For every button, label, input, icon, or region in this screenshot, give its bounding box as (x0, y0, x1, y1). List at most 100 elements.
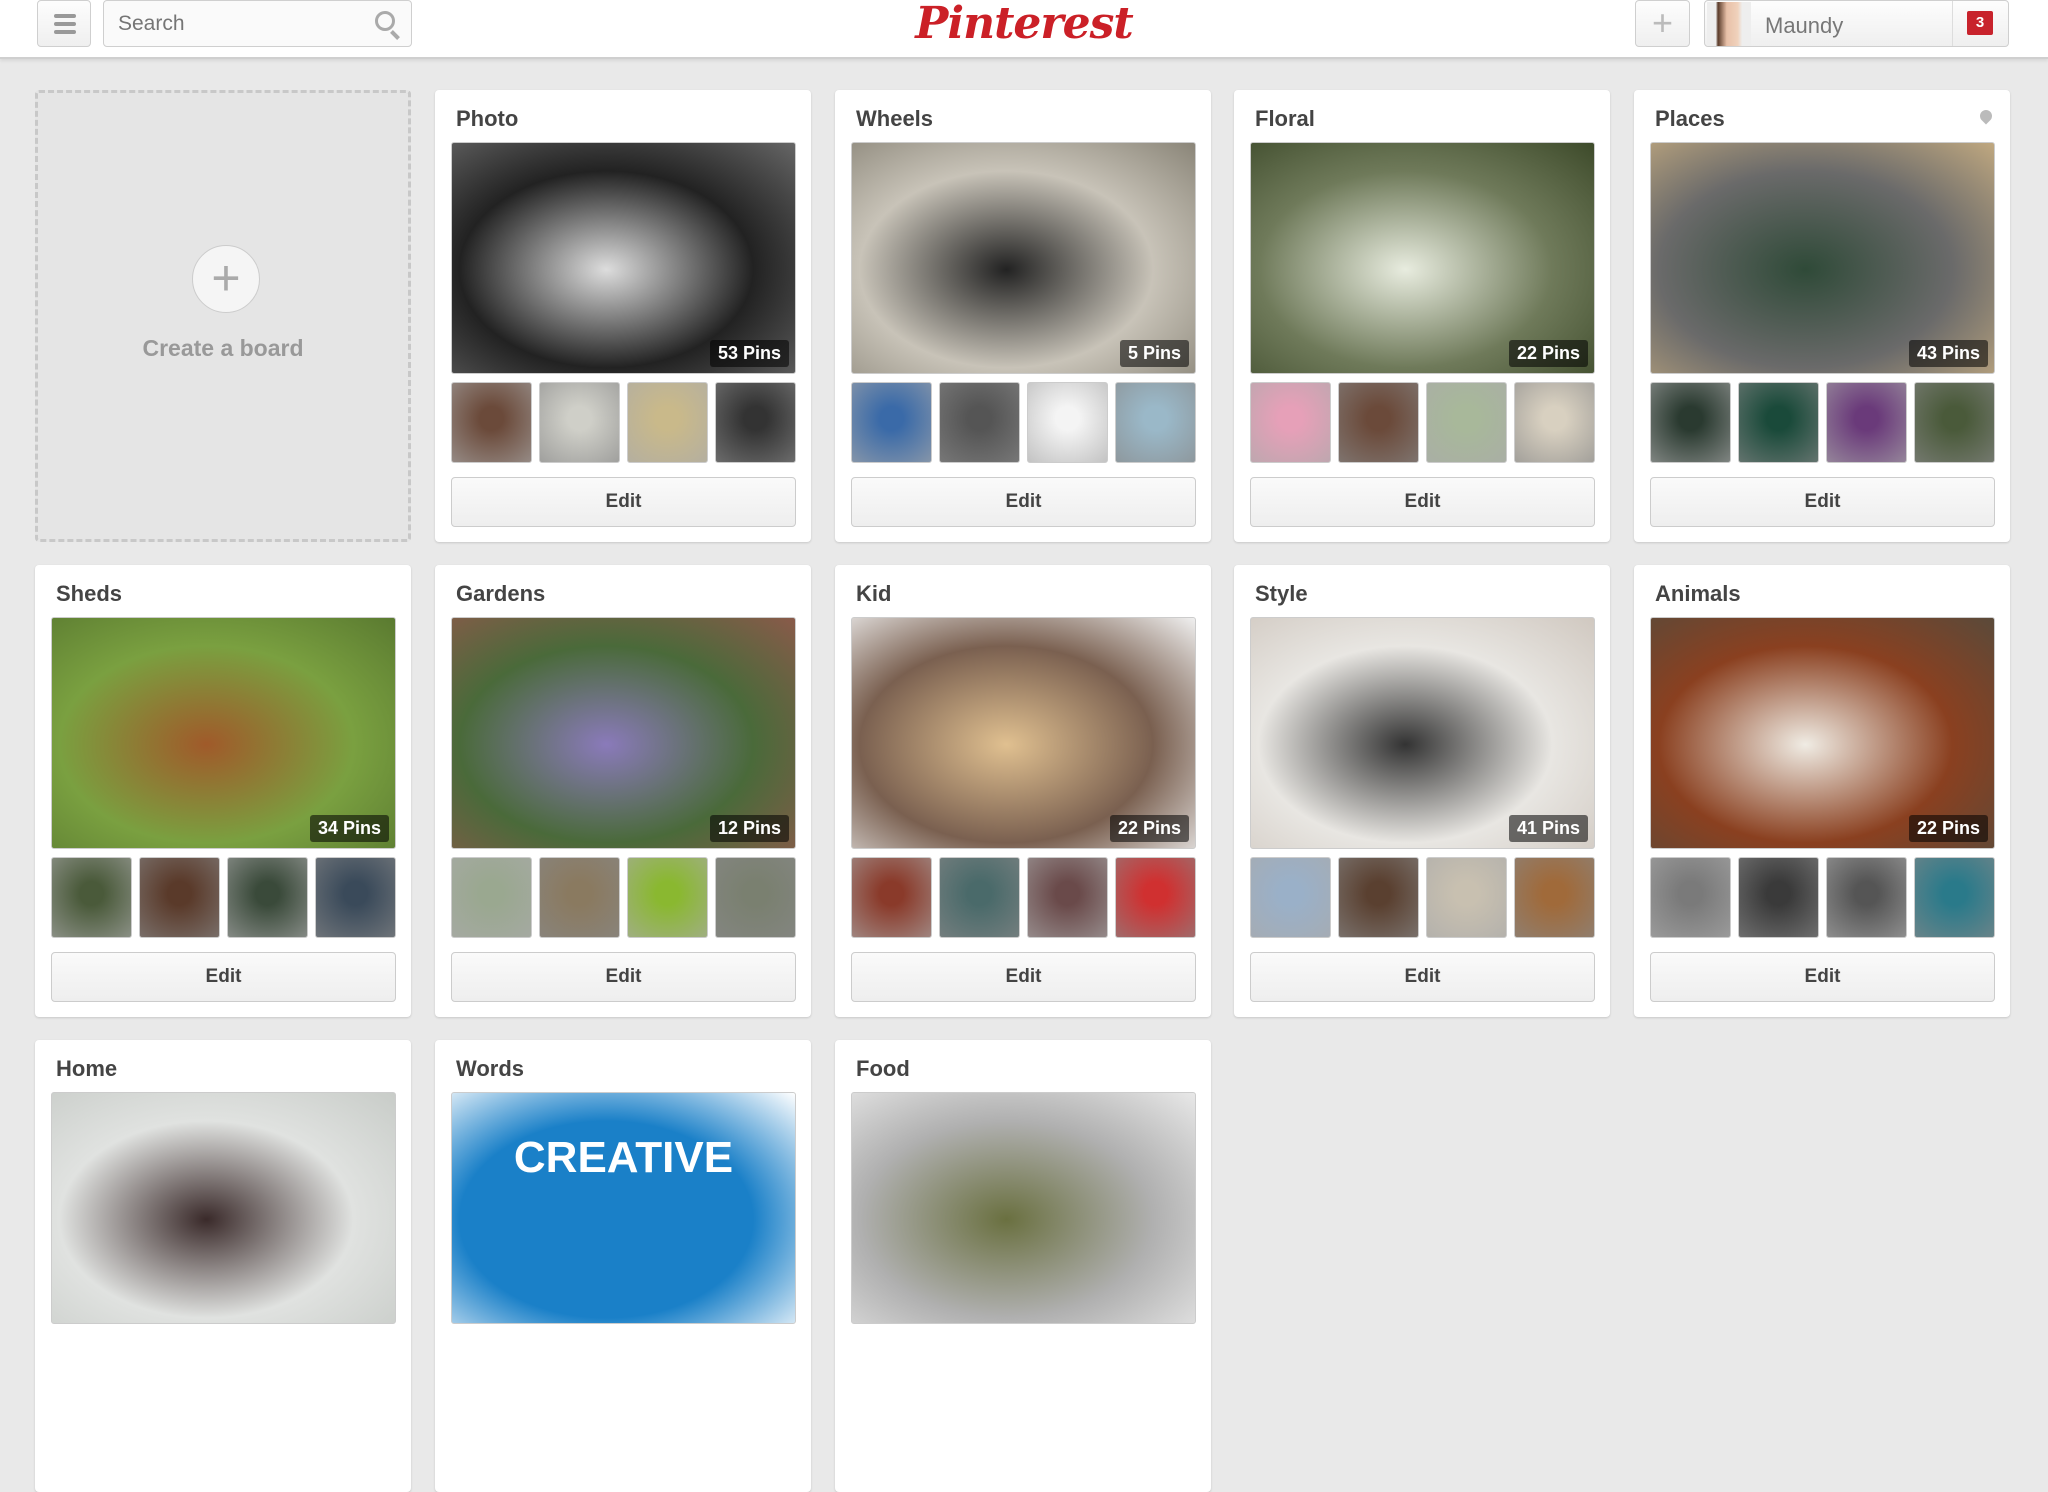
pin-thumbnail[interactable] (1250, 382, 1331, 463)
edit-board-button[interactable]: Edit (51, 952, 396, 1002)
board-cover-image[interactable]: 22 Pins (851, 617, 1196, 849)
pin-thumbnail[interactable] (227, 857, 308, 938)
board-cover-image[interactable]: 34 Pins (51, 617, 396, 849)
pin-thumbnail[interactable] (1027, 857, 1108, 938)
pin-thumbnail[interactable] (1338, 857, 1419, 938)
board-title[interactable]: Kid (856, 581, 891, 607)
pin-thumbnail[interactable] (1115, 382, 1196, 463)
board-card[interactable]: Gardens 12 Pins Edit (435, 565, 811, 1017)
pin-thumbnail[interactable] (939, 857, 1020, 938)
pin-thumbnail[interactable] (939, 382, 1020, 463)
board-card[interactable]: Floral 22 Pins Edit (1234, 90, 1610, 542)
pin-thumbnail[interactable] (1650, 857, 1731, 938)
pin-thumbnail[interactable] (1426, 382, 1507, 463)
board-cover-image[interactable] (51, 1092, 396, 1324)
board-title[interactable]: Places (1655, 106, 1725, 132)
pin-thumbnail[interactable] (539, 857, 620, 938)
board-title[interactable]: Floral (1255, 106, 1315, 132)
pin-thumbnail[interactable] (627, 382, 708, 463)
board-cover-image[interactable] (851, 1092, 1196, 1324)
create-board-button[interactable]: + Create a board (35, 90, 411, 542)
pin-thumbnail[interactable] (1914, 382, 1995, 463)
board-card[interactable]: Places 43 Pins Edit (1634, 90, 2010, 542)
pin-thumbnail[interactable] (1115, 857, 1196, 938)
pin-thumbnail[interactable] (1514, 382, 1595, 463)
board-cover-image[interactable]: 53 Pins (451, 142, 796, 374)
edit-board-button[interactable]: Edit (1650, 477, 1995, 527)
board-cover-image[interactable]: CREATIVE (451, 1092, 796, 1324)
pin-count-badge: 22 Pins (1109, 815, 1189, 842)
thumbnail-row (451, 382, 796, 463)
board-card[interactable]: Kid 22 Pins Edit (835, 565, 1211, 1017)
notification-badge: 3 (1967, 11, 1993, 35)
pin-thumbnail[interactable] (1027, 382, 1108, 463)
pin-thumbnail[interactable] (1338, 382, 1419, 463)
board-title[interactable]: Gardens (456, 581, 545, 607)
pin-count-badge: 53 Pins (709, 340, 789, 367)
board-title[interactable]: Photo (456, 106, 518, 132)
thumbnail-row (1250, 382, 1595, 463)
pin-thumbnail[interactable] (1826, 857, 1907, 938)
board-card[interactable]: Sheds 34 Pins Edit (35, 565, 411, 1017)
pin-thumbnail[interactable] (851, 382, 932, 463)
top-header: Pinterest + Maundy 3 (0, 0, 2048, 59)
pin-thumbnail[interactable] (451, 382, 532, 463)
edit-board-button[interactable]: Edit (1250, 477, 1595, 527)
board-card[interactable]: Style 41 Pins Edit (1234, 565, 1610, 1017)
pin-thumbnail[interactable] (1826, 382, 1907, 463)
add-button[interactable]: + (1635, 0, 1690, 47)
pin-thumbnail[interactable] (1250, 857, 1331, 938)
pin-thumbnail[interactable] (1514, 857, 1595, 938)
cover-text: CREATIVE (513, 1133, 734, 1182)
pin-thumbnail[interactable] (1650, 382, 1731, 463)
board-title[interactable]: Sheds (56, 581, 122, 607)
pin-thumbnail[interactable] (139, 857, 220, 938)
pin-count-badge: 22 Pins (1908, 815, 1988, 842)
pin-thumbnail[interactable] (1738, 382, 1819, 463)
board-cover-image[interactable]: 22 Pins (1250, 142, 1595, 374)
location-icon (1977, 107, 1995, 125)
edit-board-button[interactable]: Edit (451, 477, 796, 527)
edit-board-button[interactable]: Edit (851, 952, 1196, 1002)
board-card[interactable]: Words CREATIVE (435, 1040, 811, 1492)
pin-thumbnail[interactable] (1914, 857, 1995, 938)
board-cover-image[interactable]: 22 Pins (1650, 617, 1995, 849)
thumbnail-row (451, 857, 796, 938)
board-cover-image[interactable]: 12 Pins (451, 617, 796, 849)
board-title[interactable]: Food (856, 1056, 910, 1082)
user-menu[interactable]: Maundy 3 (1704, 0, 2009, 47)
board-title[interactable]: Wheels (856, 106, 933, 132)
board-cover-image[interactable]: 41 Pins (1250, 617, 1595, 849)
notifications-button[interactable]: 3 (1952, 1, 2008, 46)
board-card[interactable]: Food (835, 1040, 1211, 1492)
thumbnail-row (1650, 382, 1995, 463)
edit-board-button[interactable]: Edit (851, 477, 1196, 527)
board-card[interactable]: Home (35, 1040, 411, 1492)
thumbnail-row (1250, 857, 1595, 938)
pin-count-badge: 22 Pins (1508, 340, 1588, 367)
edit-board-button[interactable]: Edit (1250, 952, 1595, 1002)
board-title[interactable]: Home (56, 1056, 117, 1082)
pin-thumbnail[interactable] (627, 857, 708, 938)
pin-thumbnail[interactable] (315, 857, 396, 938)
edit-board-button[interactable]: Edit (451, 952, 796, 1002)
board-cover-image[interactable]: 5 Pins (851, 142, 1196, 374)
board-card[interactable]: Animals 22 Pins Edit (1634, 565, 2010, 1017)
pin-count-badge: 12 Pins (709, 815, 789, 842)
board-title[interactable]: Style (1255, 581, 1308, 607)
board-card[interactable]: Wheels 5 Pins Edit (835, 90, 1211, 542)
edit-board-button[interactable]: Edit (1650, 952, 1995, 1002)
pin-thumbnail[interactable] (715, 382, 796, 463)
board-title[interactable]: Animals (1655, 581, 1741, 607)
pin-thumbnail[interactable] (1426, 857, 1507, 938)
board-cover-image[interactable]: 43 Pins (1650, 142, 1995, 374)
pin-thumbnail[interactable] (51, 857, 132, 938)
board-card[interactable]: Photo 53 Pins Edit (435, 90, 811, 542)
pin-thumbnail[interactable] (715, 857, 796, 938)
plus-icon: + (192, 245, 260, 313)
pin-thumbnail[interactable] (1738, 857, 1819, 938)
pin-thumbnail[interactable] (851, 857, 932, 938)
board-title[interactable]: Words (456, 1056, 524, 1082)
pin-thumbnail[interactable] (539, 382, 620, 463)
pin-thumbnail[interactable] (451, 857, 532, 938)
